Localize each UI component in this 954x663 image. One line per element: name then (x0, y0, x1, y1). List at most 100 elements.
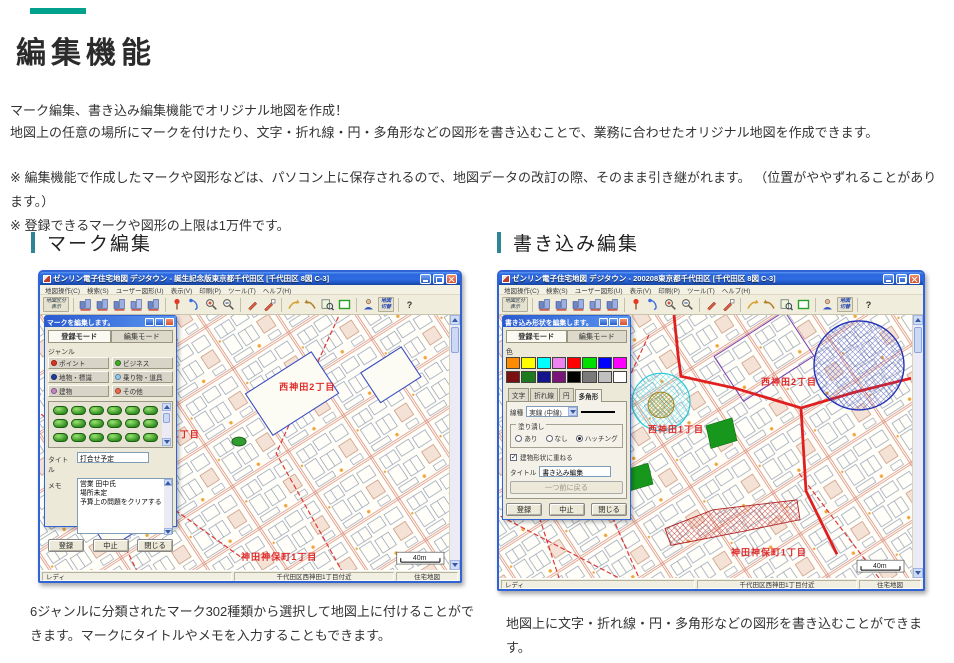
checkbox-checked-icon[interactable] (510, 454, 517, 461)
mark-button[interactable] (89, 433, 104, 442)
color-swatch[interactable] (521, 357, 535, 369)
zoom-out-icon[interactable] (680, 297, 695, 313)
fill-option-hatching[interactable]: ハッチング (576, 433, 618, 443)
scrollbar-track[interactable] (913, 325, 923, 568)
drawn-circle-blue[interactable] (814, 321, 904, 410)
zoom-out-icon[interactable] (221, 297, 236, 313)
pen-icon[interactable] (704, 297, 719, 313)
tab-text[interactable]: 文字 (508, 388, 529, 401)
map-search-icon[interactable] (320, 297, 335, 313)
mark-button[interactable] (125, 433, 140, 442)
tab-edit-mode[interactable]: 編集モード (567, 330, 628, 343)
color-swatch[interactable] (613, 371, 627, 383)
menu-item[interactable]: 検索(S) (87, 285, 109, 295)
mark-pin-icon[interactable] (629, 297, 644, 313)
mark-button[interactable] (143, 419, 158, 428)
scroll-up-icon[interactable] (913, 315, 923, 325)
fill-option-yes[interactable]: あり (515, 433, 537, 443)
undo-button[interactable]: 一つ前に戻る (510, 481, 623, 494)
scroll-up-icon[interactable] (164, 479, 172, 486)
vertical-scrollbar[interactable] (449, 315, 460, 570)
menu-item[interactable]: 地図操作(C) (504, 285, 539, 295)
menu-item[interactable]: ユーザー図形(U) (116, 285, 164, 295)
radio-icon[interactable] (546, 435, 553, 442)
color-swatch[interactable] (598, 371, 612, 383)
register-button[interactable]: 登録 (48, 539, 84, 552)
color-swatch[interactable] (567, 357, 581, 369)
minimize-button[interactable] (420, 274, 431, 284)
line-type-select[interactable]: 実線 (中線) (526, 406, 578, 417)
mark-button[interactable] (53, 406, 68, 415)
map-search-icon[interactable] (779, 297, 794, 313)
menu-item[interactable]: 印刷(P) (658, 285, 680, 295)
mark-button[interactable] (107, 406, 122, 415)
route-arrow-icon[interactable] (745, 297, 760, 313)
genre-business-button[interactable]: ビジネス (112, 357, 173, 369)
pen-icon[interactable] (245, 297, 260, 313)
area-select-icon[interactable] (337, 297, 352, 313)
mark-button[interactable] (143, 406, 158, 415)
pen2-icon[interactable] (721, 297, 736, 313)
minimize-button[interactable] (883, 274, 894, 284)
mark-button[interactable] (53, 419, 68, 428)
menu-item[interactable]: ヘルプ(H) (263, 285, 292, 295)
scroll-down-icon[interactable] (164, 528, 172, 535)
mark-pin-icon[interactable] (170, 297, 185, 313)
map-switch-button[interactable]: 地図切替 (378, 297, 394, 312)
building-layer-icon[interactable] (78, 297, 93, 313)
help-icon[interactable]: ? (403, 300, 416, 310)
scroll-up-icon[interactable] (162, 403, 171, 411)
scrollbar-thumb[interactable] (163, 413, 170, 423)
color-swatch[interactable] (582, 357, 596, 369)
cancel-button[interactable]: 中止 (93, 539, 129, 552)
drawn-circle-olive[interactable] (648, 392, 674, 418)
mark-button[interactable] (89, 419, 104, 428)
close-dialog-button[interactable]: 閉じる (137, 539, 173, 552)
mark-button[interactable] (53, 433, 68, 442)
genre-point-button[interactable]: ポイント (48, 357, 109, 369)
tab-edit-mode[interactable]: 編集モード (111, 330, 174, 343)
scroll-down-icon[interactable] (913, 568, 923, 578)
menu-item[interactable]: 検索(S) (546, 285, 568, 295)
tab-register-mode[interactable]: 登録モード (48, 330, 111, 343)
register-button[interactable]: 登録 (506, 503, 542, 516)
color-swatch[interactable] (598, 357, 612, 369)
mark-button[interactable] (89, 406, 104, 415)
menu-item[interactable]: 表示(V) (630, 285, 652, 295)
map-division-button[interactable]: 地図区分表示 (43, 297, 69, 312)
scroll-up-icon[interactable] (450, 315, 460, 325)
color-swatch[interactable] (537, 371, 551, 383)
scrollbar-track[interactable] (450, 325, 460, 560)
memo-scrollbar[interactable] (164, 479, 172, 535)
route-arrow-icon[interactable] (286, 297, 301, 313)
building-layer-icon[interactable] (537, 297, 552, 313)
genre-landmark-button[interactable]: 地物・標識 (48, 371, 109, 383)
genre-other-button[interactable]: その他 (112, 385, 173, 397)
user-icon[interactable] (820, 297, 835, 313)
radio-icon[interactable] (515, 435, 522, 442)
mark-title-input[interactable] (77, 452, 149, 463)
tab-polygon[interactable]: 多角形 (575, 389, 603, 402)
scroll-down-icon[interactable] (162, 438, 171, 446)
vertical-scrollbar[interactable] (912, 315, 923, 578)
dialog-maximize-button[interactable] (155, 318, 164, 326)
menu-item[interactable]: ユーザー図形(U) (575, 285, 623, 295)
menu-item[interactable]: 印刷(P) (199, 285, 221, 295)
close-button[interactable] (446, 274, 457, 284)
color-swatch[interactable] (552, 371, 566, 383)
menu-item[interactable]: ツール(T) (228, 285, 256, 295)
building-layer-icon[interactable] (571, 297, 586, 313)
map-switch-button[interactable]: 地図切替 (837, 297, 853, 312)
color-swatch[interactable] (506, 357, 520, 369)
color-swatch[interactable] (552, 357, 566, 369)
genre-building-button[interactable]: 建物 (48, 385, 109, 397)
building-layer-icon[interactable] (588, 297, 603, 313)
color-swatch[interactable] (567, 371, 581, 383)
building-layer-icon[interactable] (112, 297, 127, 313)
tab-register-mode[interactable]: 登録モード (506, 330, 567, 343)
scrollbar-thumb[interactable] (914, 327, 922, 353)
route-arrow2-icon[interactable] (762, 297, 777, 313)
color-swatch[interactable] (521, 371, 535, 383)
dialog-close-button[interactable] (165, 318, 174, 326)
dialog-minimize-button[interactable] (599, 318, 608, 326)
